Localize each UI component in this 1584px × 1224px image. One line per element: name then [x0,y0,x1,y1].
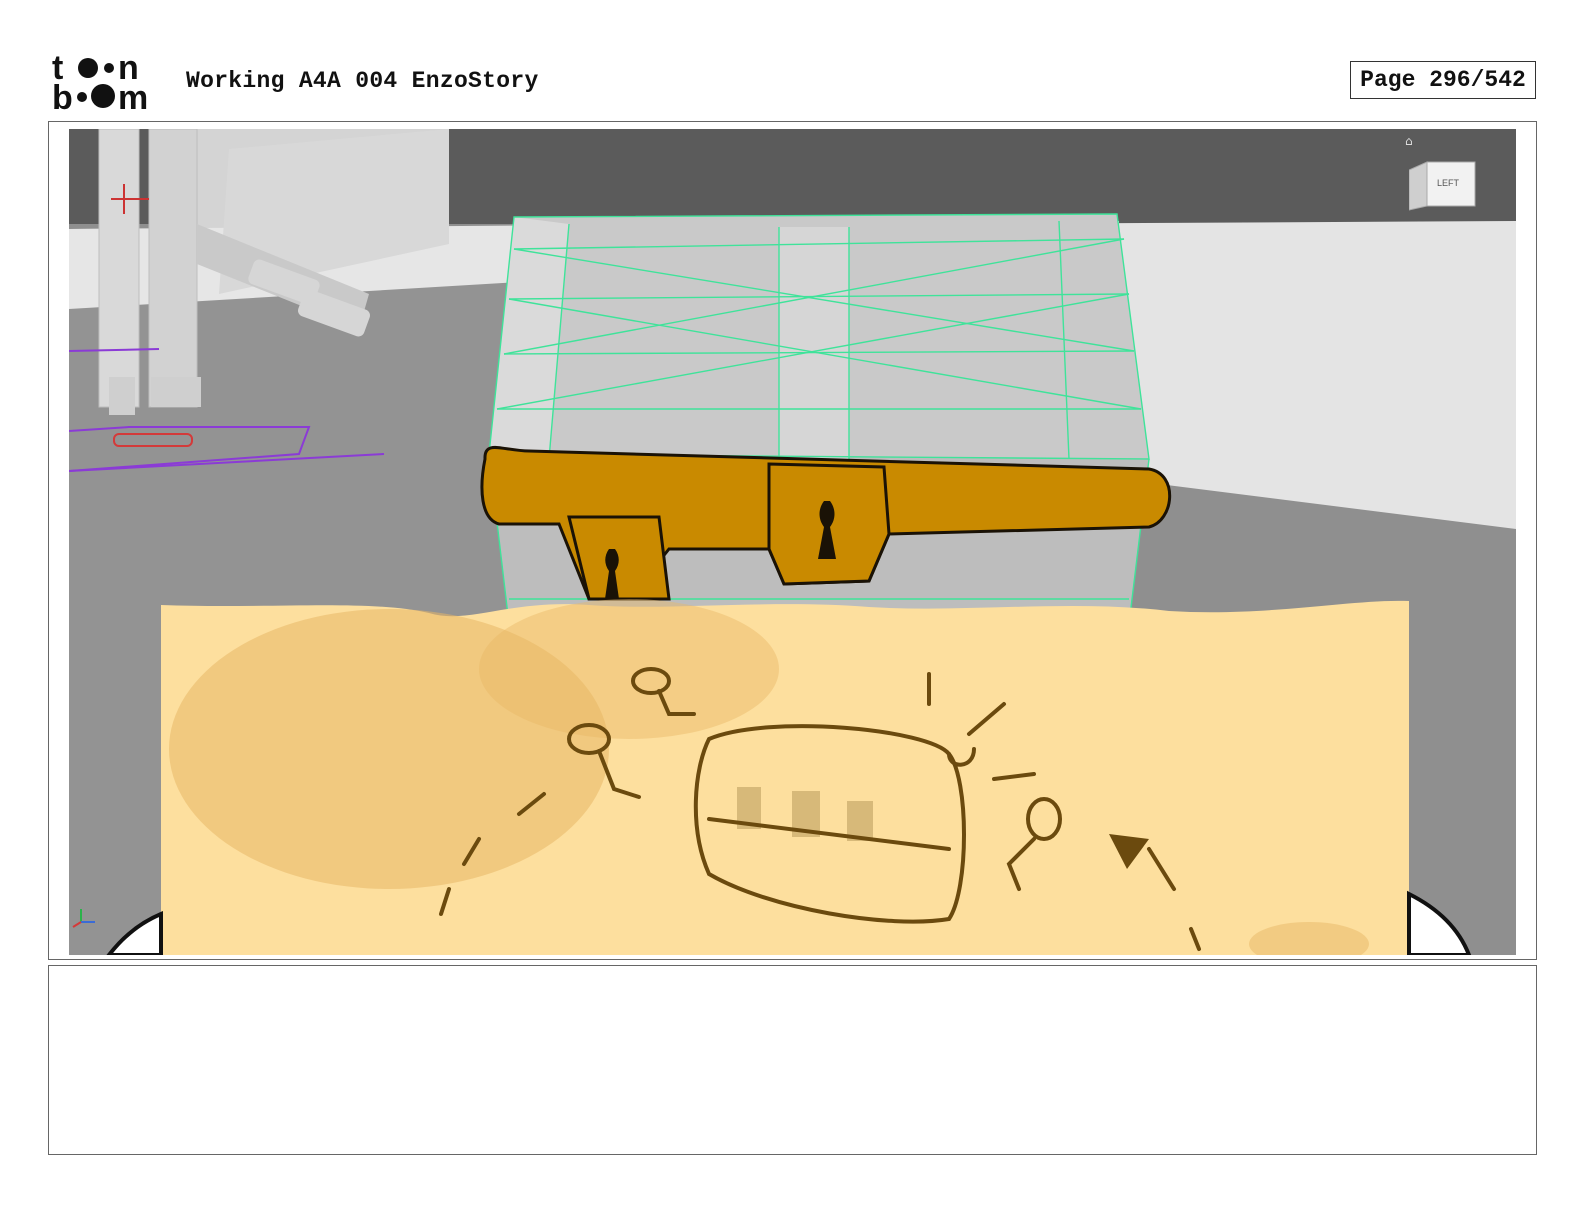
panel-notes[interactable] [48,965,1537,1155]
view-cube-icon[interactable]: LEFT [1408,160,1477,214]
home-icon[interactable]: ⌂ [1405,134,1413,148]
page-counter: Page 296/542 [1350,61,1536,99]
page-header: t n b m Working A4A 004 EnzoStory Page 2… [0,0,1584,120]
svg-text:b: b [52,79,73,112]
document-title: Working A4A 004 EnzoStory [186,68,539,94]
svg-text:m: m [118,79,148,112]
view-cube-label: LEFT [1437,178,1460,188]
storyboard-panel[interactable]: LEFT ⌂ [48,121,1537,960]
toon-boom-logo: t n b m [52,52,148,112]
panel-artwork [69,129,1516,955]
